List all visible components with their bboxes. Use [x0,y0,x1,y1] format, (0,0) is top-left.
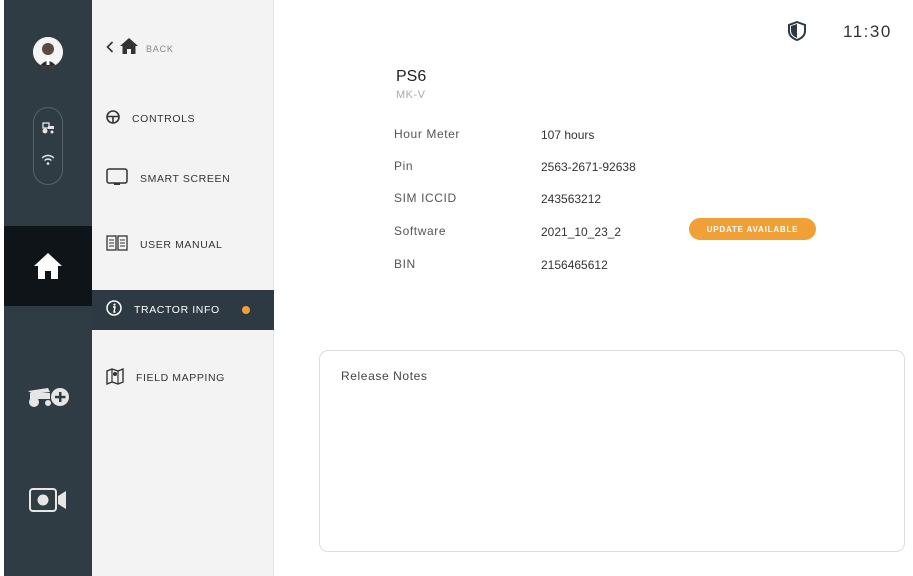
info-key: Pin [394,159,414,173]
home-small-icon [120,38,138,59]
update-available-button[interactable]: UPDATE AVAILABLE [689,218,816,240]
secondary-nav: BACK CONTROLS SMART SCREEN USER MANUAL T… [92,0,274,576]
nav-item-label: FIELD MAPPING [136,372,225,384]
tractor-icon [34,122,61,134]
steering-wheel-icon [106,109,120,129]
release-notes-title: Release Notes [341,369,428,383]
nav-item-user-manual[interactable]: USER MANUAL [92,225,274,265]
info-row-software: Software 2021_10_23_2 UPDATE AVAILABLE [394,218,894,244]
info-value: 243563212 [541,192,602,206]
home-tile[interactable] [4,226,92,306]
info-value: 2021_10_23_2 [541,225,622,239]
monitor-icon [106,167,128,191]
info-row-sim-iccid: SIM ICCID 243563212 [394,191,894,211]
nav-item-label: TRACTOR INFO [134,304,220,316]
info-key: SIM ICCID [394,191,457,205]
nav-item-controls[interactable]: CONTROLS [92,99,274,139]
info-row-hour-meter: Hour Meter 107 hours [394,127,894,147]
tractor-variant: MK-V [396,89,426,101]
rail-edge [0,0,4,576]
chevron-left-icon [106,40,114,58]
info-value: 2156465612 [541,258,608,272]
wifi-icon [34,154,61,165]
tractor-add-icon[interactable] [4,370,92,420]
clock: 11:30 [843,22,892,41]
info-icon [106,299,122,321]
home-icon[interactable] [4,226,92,306]
info-row-pin: Pin 2563-2671-92638 [394,159,894,179]
nav-item-field-mapping[interactable]: FIELD MAPPING [92,358,274,398]
info-key: Software [394,224,447,238]
book-icon [106,234,128,257]
nav-item-smart-screen[interactable]: SMART SCREEN [92,159,274,199]
info-key: Hour Meter [394,127,461,141]
back-label: BACK [146,43,174,54]
back-button[interactable]: BACK [106,38,174,59]
camera-icon[interactable] [4,478,92,522]
shield-icon[interactable] [788,20,806,46]
info-row-bin: BIN 2156465612 [394,257,894,277]
info-value: 2563-2671-92638 [541,160,636,174]
info-value: 107 hours [541,128,595,142]
user-avatar[interactable] [33,37,63,67]
nav-item-label: USER MANUAL [140,239,223,251]
release-notes-panel[interactable]: Release Notes [319,350,905,552]
nav-item-label: SMART SCREEN [140,173,231,185]
nav-item-label: CONTROLS [132,113,196,125]
map-icon [106,367,124,390]
left-rail [0,0,92,576]
tractor-model: PS6 [396,68,427,85]
nav-item-tractor-info[interactable]: TRACTOR INFO [92,290,274,330]
info-key: BIN [394,257,416,271]
notification-dot [242,306,250,314]
connection-status-pill [33,107,63,185]
